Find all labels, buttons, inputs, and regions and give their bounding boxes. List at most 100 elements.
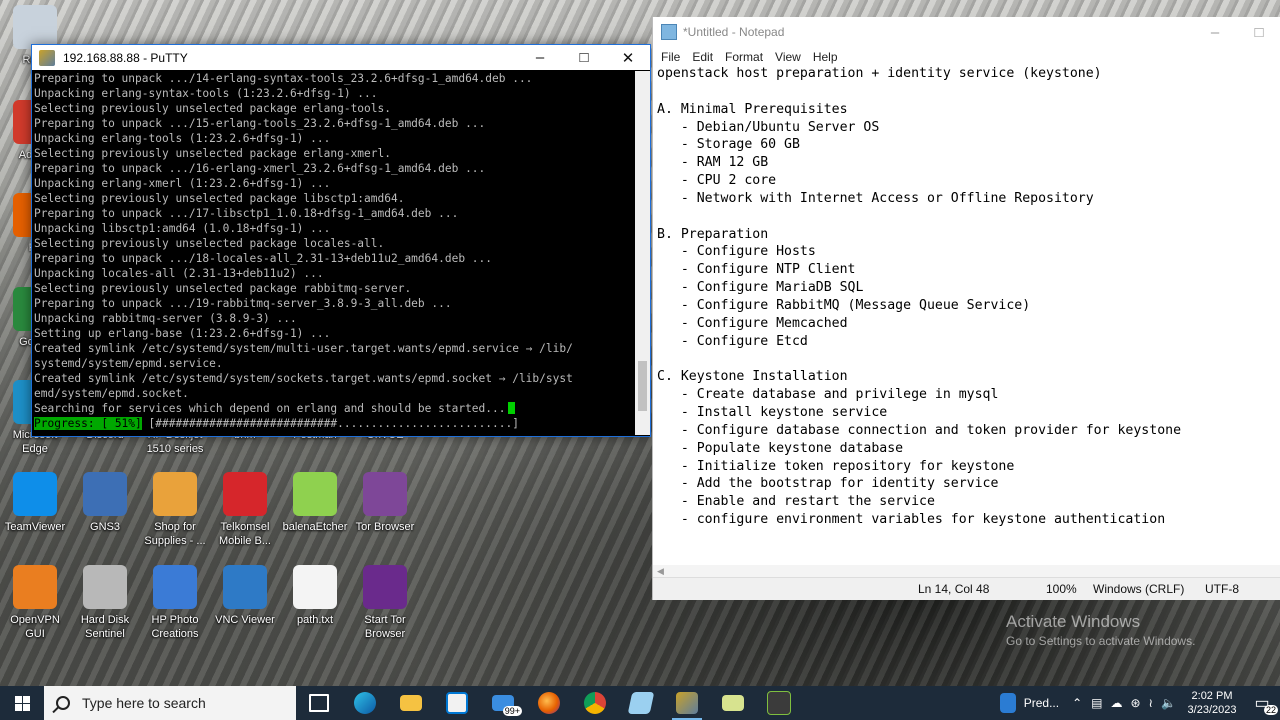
putty-window[interactable]: 192.168.88.88 - PuTTY – □ ✕ Preparing to… [31, 44, 651, 437]
desktop-shortcut-label: Start Tor Browser [364, 614, 406, 640]
notepad-line: - Initialize token repository for keysto… [657, 458, 1015, 474]
terminal-line-text: systemd/system/epmd.service. [34, 357, 223, 370]
notepad-statusbar: Ln 14, Col 48 100% Windows (CRLF) UTF-8 [653, 577, 1280, 600]
network-icon[interactable]: ▤ [1087, 696, 1106, 710]
desktop-shortcut-label: TeamViewer [4, 521, 66, 533]
taskbar-file-explorer[interactable] [388, 686, 434, 720]
putty-terminal[interactable]: Preparing to unpack .../14-erlang-syntax… [32, 71, 636, 435]
taskbar-firefox[interactable] [526, 686, 572, 720]
desktop-shortcut[interactable]: path.txt [280, 565, 350, 627]
desktop-shortcut[interactable]: VNC Viewer [210, 565, 280, 627]
terminal-line-text: Preparing to unpack .../19-rabbitmq-serv… [34, 297, 452, 310]
shop-for-supplies-icon [153, 472, 197, 516]
volume-icon[interactable]: 🔈 [1157, 696, 1180, 710]
openvpn-icon [13, 565, 57, 609]
minimize-button[interactable]: – [518, 45, 562, 70]
terminal-line-text: Selecting previously unselected package … [34, 192, 405, 205]
taskbar-mail[interactable]: 99+ [480, 686, 526, 720]
menu-file[interactable]: File [655, 50, 686, 64]
maximize-button[interactable]: □ [1237, 20, 1280, 45]
desktop-shortcut[interactable]: HP Photo Creations [140, 565, 210, 641]
terminal-cursor [508, 402, 516, 414]
desktop-shortcut[interactable]: Shop for Supplies - ... [140, 472, 210, 548]
taskbar-terminal[interactable] [756, 686, 802, 720]
notepad-titlebar[interactable]: *Untitled - Notepad – □ [653, 17, 1280, 47]
maximize-button[interactable]: □ [562, 45, 606, 70]
close-button[interactable]: ✕ [606, 45, 650, 70]
terminal-line: Unpacking erlang-xmerl (1:23.2.6+dfsg-1)… [34, 176, 636, 191]
notepad-line [657, 208, 1267, 226]
start-button[interactable] [0, 686, 44, 720]
balena-etcher-icon [293, 472, 337, 516]
desktop-shortcut[interactable]: Hard Disk Sentinel [70, 565, 140, 641]
teamviewer-icon [13, 472, 57, 516]
terminal-line: Preparing to unpack .../17-libsctp1_1.0.… [34, 206, 636, 221]
notification-count: 22 [1263, 705, 1278, 715]
task-view-icon [309, 694, 329, 712]
notepad-line: A. Minimal Prerequisites [657, 101, 848, 117]
terminal-line: Unpacking rabbitmq-server (3.8.9-3) ... [34, 311, 636, 326]
desktop-shortcut[interactable]: TeamViewer [0, 472, 70, 534]
clock-time: 2:02 PM [1191, 690, 1233, 702]
taskbar-store[interactable] [434, 686, 480, 720]
clock[interactable]: 2:02 PM 3/23/2023 [1180, 689, 1244, 717]
terminal-line-text: Created symlink /etc/systemd/system/sock… [34, 372, 573, 385]
bluetooth-icon[interactable]: ⊛ [1126, 696, 1144, 710]
desktop-shortcut[interactable]: OpenVPN GUI [0, 565, 70, 641]
mail-badge: 99+ [502, 706, 522, 716]
terminal-line-text: Preparing to unpack .../17-libsctp1_1.0.… [34, 207, 459, 220]
desktop-shortcut[interactable]: Telkomsel Mobile B... [210, 472, 280, 548]
menu-edit[interactable]: Edit [686, 50, 719, 64]
taskbar-notes[interactable] [710, 686, 756, 720]
desktop-shortcut[interactable]: balenaEtcher [280, 472, 350, 534]
zoom-level: 100% [1046, 582, 1077, 596]
terminal-line: Searching for services which depend on e… [34, 401, 636, 416]
notepad-line: openstack host preparation + identity se… [657, 66, 1102, 81]
desktop-shortcut-label: VNC Viewer [215, 614, 275, 626]
wifi-icon[interactable]: ≀ [1145, 696, 1158, 710]
chrome-icon [584, 692, 606, 714]
notepad-line: - Debian/Ubuntu Server OS [657, 119, 880, 135]
task-view-button[interactable] [296, 686, 342, 720]
terminal-line: Selecting previously unselected package … [34, 281, 636, 296]
desktop-shortcut[interactable]: GNS3 [70, 472, 140, 534]
terminal-icon [767, 691, 791, 715]
terminal-line: Selecting previously unselected package … [34, 101, 636, 116]
taskbar-search-box[interactable]: Type here to search [44, 686, 296, 720]
progress-bar-text: [###########################............… [148, 417, 519, 430]
sticky-notes-icon [722, 695, 744, 711]
start-tor-browser-icon [363, 565, 407, 609]
terminal-line-text: Selecting previously unselected package … [34, 237, 385, 250]
terminal-line: emd/system/epmd.socket. [34, 386, 636, 401]
terminal-line-text: Unpacking libsctp1:amd64 (1.0.18+dfsg-1)… [34, 222, 331, 235]
putty-scrollbar[interactable] [635, 71, 650, 435]
notepad-window[interactable]: *Untitled - Notepad – □ File Edit Format… [652, 17, 1280, 600]
hp-photo-creations-icon [153, 565, 197, 609]
terminal-line: Created symlink /etc/systemd/system/sock… [34, 371, 636, 386]
menu-help[interactable]: Help [807, 50, 844, 64]
menu-format[interactable]: Format [719, 50, 769, 64]
desktop-shortcut[interactable]: Tor Browser [350, 472, 420, 534]
notepad-line [657, 83, 1267, 101]
terminal-line-text: Selecting previously unselected package … [34, 102, 391, 115]
chevron-up-icon[interactable]: ⌃ [1067, 696, 1087, 710]
taskbar-edge[interactable] [342, 686, 388, 720]
taskbar-pinned-document[interactable]: Pred... [992, 686, 1067, 720]
putty-titlebar[interactable]: 192.168.88.88 - PuTTY – □ ✕ [32, 45, 650, 70]
taskbar-notepad-app[interactable] [618, 686, 664, 720]
notepad-text-area[interactable]: openstack host preparation + identity se… [657, 65, 1267, 565]
notepad-app-icon [661, 24, 677, 40]
terminal-line-text: Created symlink /etc/systemd/system/mult… [34, 342, 573, 355]
notepad-line: B. Preparation [657, 226, 769, 242]
minimize-button[interactable]: – [1193, 20, 1237, 45]
notepad-line: - Network with Internet Access or Offlin… [657, 190, 1094, 206]
taskbar: Type here to search 99+ Pred... ⌃ ▤ ☁ ⊛ … [0, 686, 1280, 720]
menu-view[interactable]: View [769, 50, 807, 64]
scroll-thumb[interactable] [638, 361, 647, 411]
taskbar-chrome[interactable] [572, 686, 618, 720]
notification-center-button[interactable]: ▭ 22 [1244, 686, 1280, 720]
terminal-line-text: Unpacking erlang-xmerl (1:23.2.6+dfsg-1)… [34, 177, 331, 190]
desktop-shortcut[interactable]: Start Tor Browser [350, 565, 420, 641]
onedrive-icon[interactable]: ☁ [1106, 696, 1126, 710]
taskbar-putty[interactable] [664, 686, 710, 720]
